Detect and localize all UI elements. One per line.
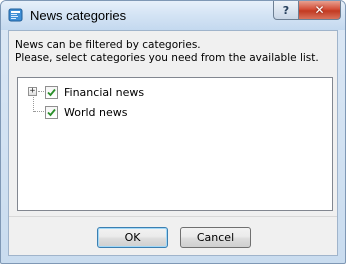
expand-icon[interactable]: + (28, 87, 37, 96)
tree-item-world-news[interactable]: World news (45, 104, 128, 120)
cancel-button[interactable]: Cancel (180, 227, 251, 248)
description-text: News can be filtered by categories. Plea… (15, 39, 319, 65)
checkmark-icon (47, 88, 56, 96)
tree-connector-horizontal (34, 111, 44, 112)
checkmark-icon (47, 108, 56, 116)
dialog-window: News categories ? ✕ News can be filtered… (0, 0, 346, 264)
ok-button[interactable]: OK (97, 227, 168, 248)
window-title: News categories (30, 8, 127, 23)
categories-tree[interactable]: + Financial news World news (17, 77, 333, 211)
tree-item-label: Financial news (64, 85, 145, 99)
financial-news-checkbox[interactable] (45, 85, 58, 99)
tree-item-financial-news[interactable]: Financial news (45, 84, 144, 100)
button-bar: OK Cancel (9, 216, 337, 256)
dialog-content: News can be filtered by categories. Plea… (8, 30, 338, 256)
tree-item-label: World news (64, 105, 128, 119)
world-news-checkbox[interactable] (45, 105, 58, 119)
separator (9, 216, 337, 217)
close-button[interactable]: ✕ (298, 1, 341, 20)
news-app-icon (8, 7, 24, 23)
title-bar[interactable]: News categories ? ✕ (1, 1, 345, 30)
tree-connector-horizontal (38, 91, 44, 92)
description-line-2: Please, select categories you need from … (15, 52, 319, 64)
help-button[interactable]: ? (273, 1, 299, 20)
description-line-1: News can be filtered by categories. (15, 39, 201, 51)
